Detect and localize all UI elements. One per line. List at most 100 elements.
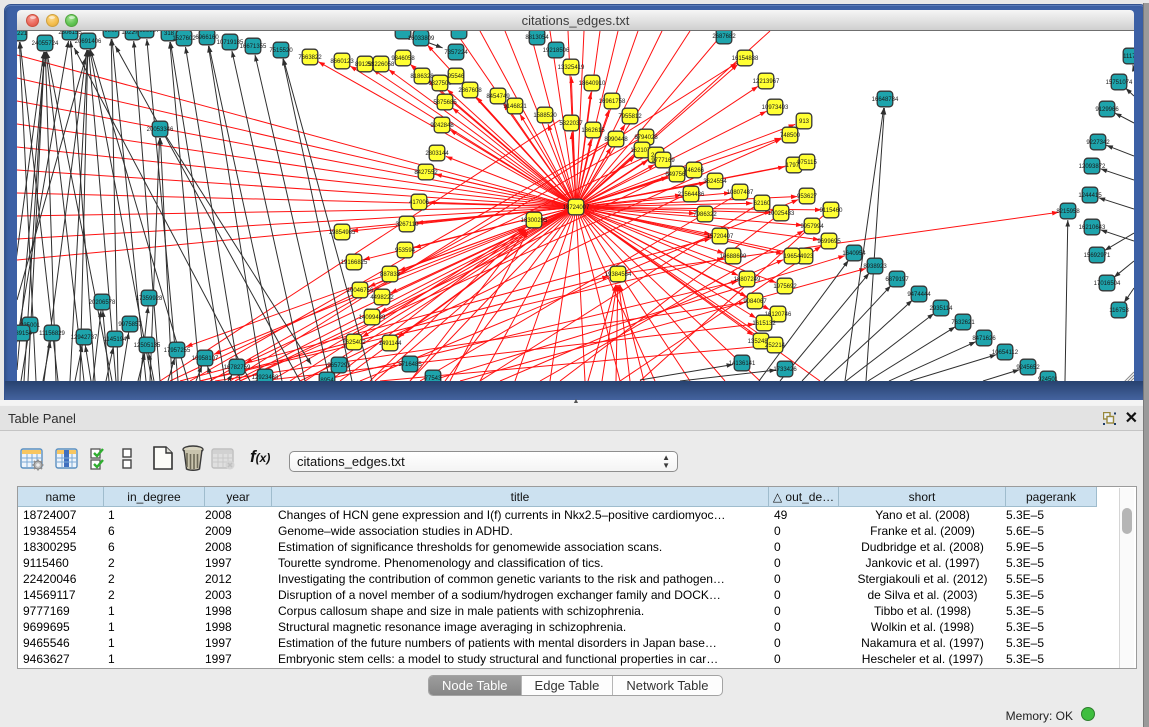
svg-text:11171: 11171 — [1123, 54, 1134, 60]
svg-text:10654112: 10654112 — [992, 350, 1019, 356]
svg-text:7632621: 7632621 — [951, 320, 975, 326]
svg-text:7986322: 7986322 — [693, 212, 717, 218]
svg-text:9115460: 9115460 — [820, 208, 844, 214]
svg-text:10973493: 10973493 — [762, 105, 789, 111]
svg-text:18640910: 18640910 — [579, 81, 606, 87]
svg-text:12093872: 12093872 — [1079, 164, 1106, 170]
svg-text:7625402: 7625402 — [342, 340, 366, 346]
svg-text:15720407: 15720407 — [707, 234, 734, 240]
svg-text:7515520: 7515520 — [269, 48, 293, 54]
svg-text:2935114: 2935114 — [930, 306, 954, 312]
svg-text:9084067: 9084067 — [743, 299, 767, 305]
svg-text:1145194: 1145194 — [104, 337, 128, 343]
svg-text:3267110: 3267110 — [396, 222, 420, 228]
svg-text:2306155: 2306155 — [58, 31, 82, 36]
svg-text:8938923: 8938923 — [863, 264, 887, 270]
svg-text:19166825: 19166825 — [341, 260, 368, 266]
svg-text:16671355: 16671355 — [240, 44, 267, 50]
svg-text:417006: 417006 — [409, 200, 430, 206]
svg-text:8954: 8954 — [320, 378, 334, 381]
svg-text:11221: 11221 — [17, 31, 28, 37]
svg-text:4498222: 4498222 — [370, 295, 394, 301]
svg-text:9657291: 9657291 — [327, 363, 351, 369]
svg-text:9777169: 9777169 — [651, 158, 675, 164]
svg-text:20053346: 20053346 — [147, 127, 174, 133]
svg-text:19384554: 19384554 — [605, 272, 632, 278]
svg-text:1362615: 1362615 — [581, 128, 605, 134]
svg-text:10807487: 10807487 — [727, 190, 754, 196]
svg-text:8186328: 8186328 — [410, 74, 434, 80]
svg-text:252214: 252214 — [765, 343, 786, 349]
svg-text:10025433: 10025433 — [768, 211, 795, 217]
svg-text:15692971: 15692971 — [1084, 253, 1111, 259]
svg-text:746266: 746266 — [684, 168, 705, 174]
svg-text:913: 913 — [799, 119, 810, 125]
svg-text:12923468: 12923468 — [252, 375, 279, 381]
svg-text:2803144: 2803144 — [425, 151, 449, 157]
svg-text:16961758: 16961758 — [599, 99, 626, 105]
svg-text:9862: 9862 — [104, 31, 118, 34]
svg-text:10688609: 10688609 — [720, 254, 747, 260]
svg-text:8215958: 8215958 — [1056, 209, 1080, 215]
svg-text:975115: 975115 — [797, 160, 817, 166]
svg-text:1975692: 1975692 — [773, 284, 797, 290]
svg-text:10046756: 10046756 — [347, 288, 374, 294]
svg-text:16033809: 16033809 — [408, 36, 435, 42]
svg-text:1615132: 1615132 — [752, 321, 776, 327]
svg-text:3624554: 3624554 — [703, 179, 727, 185]
svg-text:14099489: 14099489 — [359, 315, 386, 321]
svg-text:53226058: 53226058 — [368, 62, 395, 68]
svg-text:13325419: 13325419 — [558, 65, 585, 71]
svg-text:7663822: 7663822 — [298, 55, 322, 61]
svg-text:11156829: 11156829 — [39, 331, 65, 337]
svg-text:9146821: 9146821 — [503, 104, 527, 110]
svg-text:17016504: 17016504 — [1094, 281, 1121, 287]
svg-text:12505135: 12505135 — [134, 343, 161, 349]
svg-text:953627: 953627 — [797, 194, 818, 200]
svg-text:9975857: 9975857 — [118, 322, 142, 328]
svg-text:19218506: 19218506 — [543, 48, 570, 54]
svg-text:9129966: 9129966 — [1095, 107, 1119, 113]
svg-text:887833: 887833 — [380, 272, 401, 278]
svg-text:9699695: 9699695 — [817, 239, 841, 245]
svg-text:9474444: 9474444 — [907, 292, 931, 298]
svg-text:6879197: 6879197 — [885, 277, 909, 283]
svg-text:19854985: 19854985 — [329, 230, 356, 236]
svg-text:17957255: 17957255 — [164, 348, 191, 354]
svg-text:20691406: 20691406 — [75, 39, 102, 45]
svg-text:12213967: 12213967 — [753, 79, 780, 85]
svg-text:15751074: 15751074 — [1106, 80, 1133, 86]
svg-text:939154: 939154 — [17, 331, 33, 337]
svg-text:2687682: 2687682 — [712, 34, 736, 40]
svg-text:8660123: 8660123 — [330, 59, 354, 65]
svg-text:1244415: 1244415 — [1078, 193, 1102, 199]
svg-text:95546: 95546 — [448, 74, 465, 80]
svg-text:20206578: 20206578 — [89, 300, 116, 306]
svg-text:924501: 924501 — [1038, 377, 1059, 381]
svg-text:7955812: 7955812 — [618, 114, 642, 120]
svg-text:9957994: 9957994 — [800, 224, 824, 230]
svg-text:8454749: 8454749 — [486, 94, 510, 100]
svg-text:10958107: 10958107 — [192, 356, 219, 362]
svg-text:1733426: 1733426 — [773, 367, 797, 373]
svg-text:24055724: 24055724 — [32, 41, 59, 47]
svg-text:18300295: 18300295 — [521, 218, 548, 224]
svg-text:748500: 748500 — [780, 133, 801, 139]
svg-text:1640954: 1640954 — [842, 251, 866, 257]
svg-text:6794028: 6794028 — [634, 135, 658, 141]
svg-text:16210643: 16210643 — [1079, 225, 1106, 231]
svg-text:953594: 953594 — [395, 248, 416, 254]
svg-text:18724007: 18724007 — [563, 205, 590, 211]
svg-text:8471626: 8471626 — [972, 336, 996, 342]
svg-text:21564436: 21564436 — [678, 192, 705, 198]
svg-text:77543: 77543 — [425, 376, 442, 381]
svg-text:116753: 116753 — [1109, 308, 1129, 314]
svg-text:12942737: 12942737 — [71, 335, 98, 341]
svg-text:2867608: 2867608 — [458, 88, 482, 94]
svg-text:9245652: 9245652 — [1016, 365, 1040, 371]
svg-text:5716485: 5716485 — [398, 362, 422, 368]
svg-text:5322037: 5322037 — [559, 121, 583, 127]
svg-text:62160: 62160 — [754, 201, 771, 207]
svg-text:16648784: 16648784 — [872, 97, 899, 103]
svg-text:16782759: 16782759 — [224, 365, 251, 371]
